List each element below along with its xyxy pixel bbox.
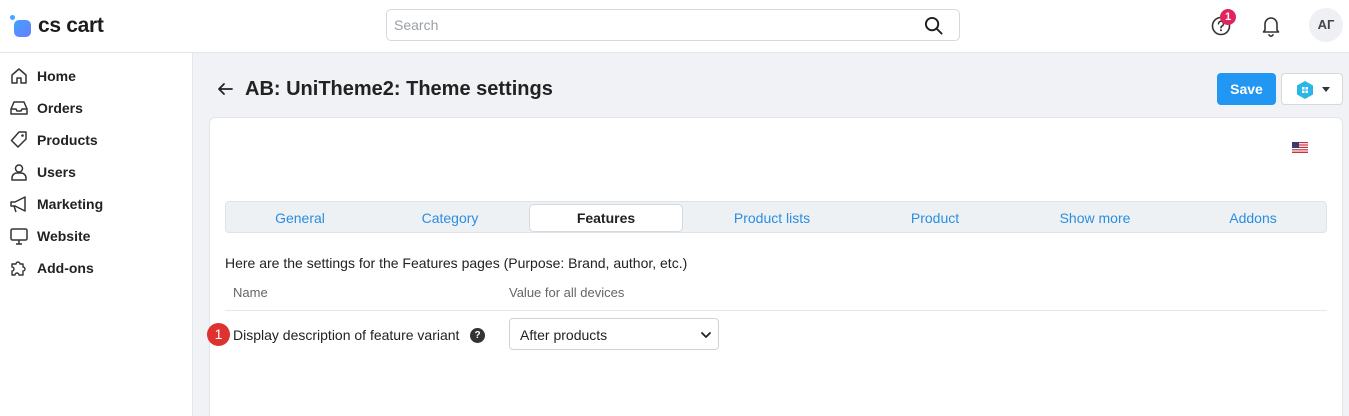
chevron-down-icon (1322, 87, 1330, 92)
tag-icon (10, 131, 27, 148)
sidebar: Home Orders Products Users Marketing Web… (0, 53, 193, 416)
column-header-value: Value for all devices (509, 285, 625, 300)
feature-description-position-select[interactable]: After products (509, 318, 719, 350)
logo-text: cs cart (38, 14, 104, 37)
column-header-name: Name (233, 285, 268, 300)
divider (225, 310, 1327, 311)
sidebar-item-website[interactable]: Website (9, 224, 90, 248)
select-value: After products (520, 327, 608, 343)
sidebar-item-orders[interactable]: Orders (9, 96, 83, 120)
search-icon[interactable] (924, 16, 943, 35)
logo[interactable]: cs cart (10, 14, 104, 38)
sidebar-item-label: Home (37, 68, 76, 84)
addon-actions-dropdown[interactable] (1281, 73, 1343, 105)
section-description: Here are the settings for the Features p… (225, 255, 688, 271)
page-title: AB: UniTheme2: Theme settings (245, 78, 553, 100)
sidebar-item-marketing[interactable]: Marketing (9, 192, 103, 216)
search-box (386, 9, 960, 41)
tab-features[interactable]: Features (529, 204, 683, 232)
inbox-icon (10, 101, 28, 115)
sidebar-item-label: Marketing (37, 196, 104, 212)
sidebar-item-label: Website (37, 228, 91, 244)
step-number-badge: 1 (207, 323, 230, 346)
bell-icon[interactable] (1261, 15, 1281, 37)
monitor-icon (10, 228, 28, 245)
sidebar-item-label: Users (37, 164, 76, 180)
sidebar-item-users[interactable]: Users (9, 160, 76, 184)
megaphone-icon (10, 196, 26, 213)
cs-cart-logo-icon (10, 15, 32, 37)
sidebar-item-label: Orders (37, 100, 83, 116)
top-bar: cs cart 1 АГ (0, 0, 1349, 53)
chevron-down-icon (701, 332, 711, 338)
notification-count-badge: 1 (1220, 9, 1236, 25)
settings-tabs: General Category Features Product lists … (225, 201, 1327, 233)
tab-product[interactable]: Product (858, 204, 1012, 232)
help-tooltip-icon[interactable]: ? (470, 328, 485, 343)
sidebar-item-home[interactable]: Home (9, 64, 76, 88)
setting-label: Display description of feature variant (233, 327, 460, 343)
user-icon (11, 164, 27, 181)
home-icon (11, 68, 27, 84)
tab-show-more[interactable]: Show more (1018, 204, 1172, 232)
search-input[interactable] (394, 10, 914, 40)
addon-hexagon-icon (1297, 81, 1313, 99)
sidebar-item-label: Products (37, 132, 98, 148)
tab-product-lists[interactable]: Product lists (692, 204, 852, 232)
tab-general[interactable]: General (228, 204, 372, 232)
tab-addons[interactable]: Addons (1178, 204, 1328, 232)
save-button[interactable]: Save (1217, 73, 1276, 105)
back-arrow-icon[interactable] (215, 79, 235, 99)
user-avatar[interactable]: АГ (1309, 8, 1343, 42)
sidebar-item-add-ons[interactable]: Add-ons (9, 256, 94, 280)
puzzle-icon (11, 261, 26, 276)
sidebar-item-products[interactable]: Products (9, 128, 98, 152)
us-flag-icon[interactable] (1292, 142, 1308, 153)
sidebar-item-label: Add-ons (37, 260, 94, 276)
tab-category[interactable]: Category (376, 204, 524, 232)
